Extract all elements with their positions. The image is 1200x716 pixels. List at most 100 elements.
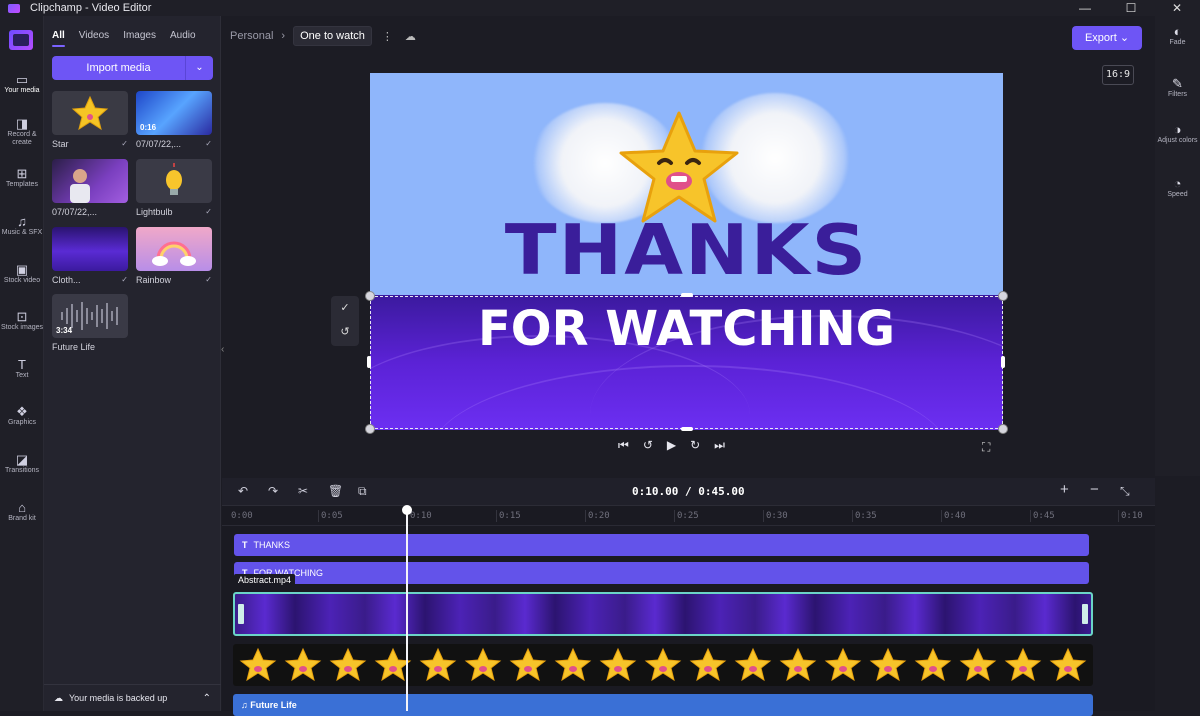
rail-item-your-media[interactable]: ▭ Your media xyxy=(0,72,44,95)
media-item-label: Cloth... ✓ xyxy=(52,275,128,285)
rail-item-stock-video[interactable]: ▣ Stock video xyxy=(0,263,44,285)
star-frame-icon xyxy=(734,647,772,682)
aspect-ratio-button[interactable]: 16:9 xyxy=(1102,65,1134,85)
media-item-video-1[interactable]: 0:16 xyxy=(136,91,212,135)
rail-item-text[interactable]: T Text xyxy=(0,358,44,380)
cloud-check-icon: ☁ xyxy=(54,692,63,703)
backup-status[interactable]: ☁ Your media is backed up ⌃ xyxy=(44,684,221,711)
text-track-thanks[interactable]: T THANKS xyxy=(234,534,1089,556)
import-media-button[interactable]: Import media xyxy=(52,56,186,80)
edge-handle[interactable] xyxy=(367,356,371,368)
rail-item-record-create[interactable]: ◨ Record & create xyxy=(0,117,44,147)
check-icon: ✓ xyxy=(121,275,128,284)
tick-label: 0:20 xyxy=(588,511,610,521)
rewind-5s-icon[interactable]: ↺ xyxy=(643,438,653,453)
rail-item-transitions[interactable]: ◪ Transitions xyxy=(0,453,44,475)
import-media-button-group: Import media ⌄ xyxy=(52,56,213,80)
forward-5s-icon[interactable]: ↻ xyxy=(690,438,700,453)
edge-handle[interactable] xyxy=(1001,356,1005,368)
resize-handle[interactable] xyxy=(998,291,1008,301)
close-button[interactable]: ✕ xyxy=(1154,0,1200,16)
zoom-in-icon[interactable]: + xyxy=(1060,481,1069,498)
selection-box[interactable] xyxy=(370,296,1003,429)
import-dropdown-button[interactable]: ⌄ xyxy=(186,56,213,80)
media-item-lightbulb[interactable] xyxy=(136,159,212,203)
star-frame-icon xyxy=(959,647,997,682)
trim-handle-right[interactable] xyxy=(1082,604,1088,624)
confirm-check-icon[interactable]: ✓ xyxy=(331,296,359,320)
star-frame-icon xyxy=(869,647,907,682)
video-track-abstract[interactable] xyxy=(233,592,1093,636)
folder-icon: ▭ xyxy=(15,72,29,87)
rail-item-speed[interactable]: ◔ Speed xyxy=(1155,177,1200,199)
star-frame-icon xyxy=(644,647,682,682)
undo-crop-icon[interactable]: ↺ xyxy=(331,320,359,344)
more-options-icon[interactable]: ⋮ xyxy=(382,30,393,43)
chevron-down-icon: ⌄ xyxy=(195,62,204,73)
resize-handle[interactable] xyxy=(365,424,375,434)
fit-timeline-icon[interactable]: ⤡ xyxy=(1120,484,1130,499)
edge-handle[interactable] xyxy=(681,293,693,297)
timeline-ruler[interactable]: 0:00 0:05 0:10 0:15 0:20 0:25 0:30 0:35 … xyxy=(222,506,1155,526)
duplicate-icon[interactable]: ⧉ xyxy=(358,484,367,499)
chevron-down-icon: ⌄ xyxy=(1119,32,1130,44)
rail-item-stock-images[interactable]: ⊡ Stock images xyxy=(0,310,44,332)
audio-track-future-life[interactable]: ♫ Future Life xyxy=(233,694,1093,716)
rail-item-brand-kit[interactable]: ⌂ Brand kit xyxy=(0,501,44,523)
rail-item-templates[interactable]: ⊞ Templates xyxy=(0,167,44,189)
rail-item-graphics[interactable]: ❖ Graphics xyxy=(0,405,44,427)
filters-icon: ✎ xyxy=(1172,76,1183,91)
minimize-button[interactable]: — xyxy=(1062,0,1108,16)
playhead-handle[interactable] xyxy=(402,505,412,515)
tick-label: 0:25 xyxy=(677,511,699,521)
edge-handle[interactable] xyxy=(681,427,693,431)
music-note-icon: ♫ xyxy=(241,700,251,710)
clip-name-label: Abstract.mp4 xyxy=(234,574,296,586)
rail-item-adjust-colors[interactable]: ◑ Adjust colors xyxy=(1155,123,1200,145)
text-track-for-watching[interactable]: T FOR WATCHING xyxy=(234,562,1089,584)
tick-label: 0:15 xyxy=(499,511,521,521)
tick-label: 0:30 xyxy=(766,511,788,521)
resize-handle[interactable] xyxy=(998,424,1008,434)
maximize-button[interactable]: ☐ xyxy=(1108,0,1154,16)
split-scissors-icon[interactable]: ✂ xyxy=(298,484,308,498)
skip-back-icon[interactable]: ⏮ xyxy=(618,438,629,453)
cloud-sync-icon[interactable]: ☁ xyxy=(405,30,416,43)
undo-icon[interactable]: ↶ xyxy=(238,484,248,498)
media-item-star[interactable] xyxy=(52,91,128,135)
play-icon[interactable]: ▶ xyxy=(667,438,676,453)
tab-audio[interactable]: Audio xyxy=(170,30,196,41)
playhead[interactable] xyxy=(406,508,408,711)
sticker-track-star[interactable] xyxy=(233,644,1093,686)
breadcrumb[interactable]: Personal xyxy=(230,30,273,42)
star-sticker-icon[interactable] xyxy=(615,107,743,235)
rail-item-music-sfx[interactable]: ♫ Music & SFX xyxy=(0,215,44,237)
tab-all[interactable]: All xyxy=(52,30,65,47)
star-frame-icon xyxy=(554,647,592,682)
project-name-field[interactable]: One to watch xyxy=(293,26,372,46)
app-logo-icon[interactable] xyxy=(9,30,33,50)
star-frame-icon xyxy=(689,647,727,682)
collapse-panel-button[interactable]: ‹ xyxy=(221,344,229,362)
export-button[interactable]: Export ⌄ xyxy=(1072,26,1142,50)
rail-item-filters[interactable]: ✎ Filters xyxy=(1155,76,1200,99)
zoom-out-icon[interactable]: − xyxy=(1090,481,1099,498)
trim-handle-left[interactable] xyxy=(238,604,244,624)
duration-badge: 0:16 xyxy=(140,123,157,132)
media-item-cloth[interactable] xyxy=(52,227,128,271)
tick-label: 0:10 xyxy=(1121,511,1143,521)
fullscreen-icon[interactable]: ⛶ xyxy=(982,440,990,455)
delete-icon[interactable]: 🗑 xyxy=(328,484,343,498)
rail-item-fade[interactable]: ◐ Fade xyxy=(1155,25,1200,47)
tab-videos[interactable]: Videos xyxy=(79,30,109,41)
tab-images[interactable]: Images xyxy=(123,30,156,41)
media-item-future-life[interactable]: 3:34 xyxy=(52,294,128,338)
duration-badge: 3:34 xyxy=(56,326,73,335)
media-item-video-2[interactable] xyxy=(52,159,128,203)
media-item-rainbow[interactable] xyxy=(136,227,212,271)
media-panel: All Videos Images Audio Import media ⌄ S… xyxy=(44,16,221,711)
skip-forward-icon[interactable]: ⏭ xyxy=(714,438,725,453)
redo-icon[interactable]: ↷ xyxy=(268,484,278,498)
star-frame-icon xyxy=(1004,647,1042,682)
resize-handle[interactable] xyxy=(365,291,375,301)
